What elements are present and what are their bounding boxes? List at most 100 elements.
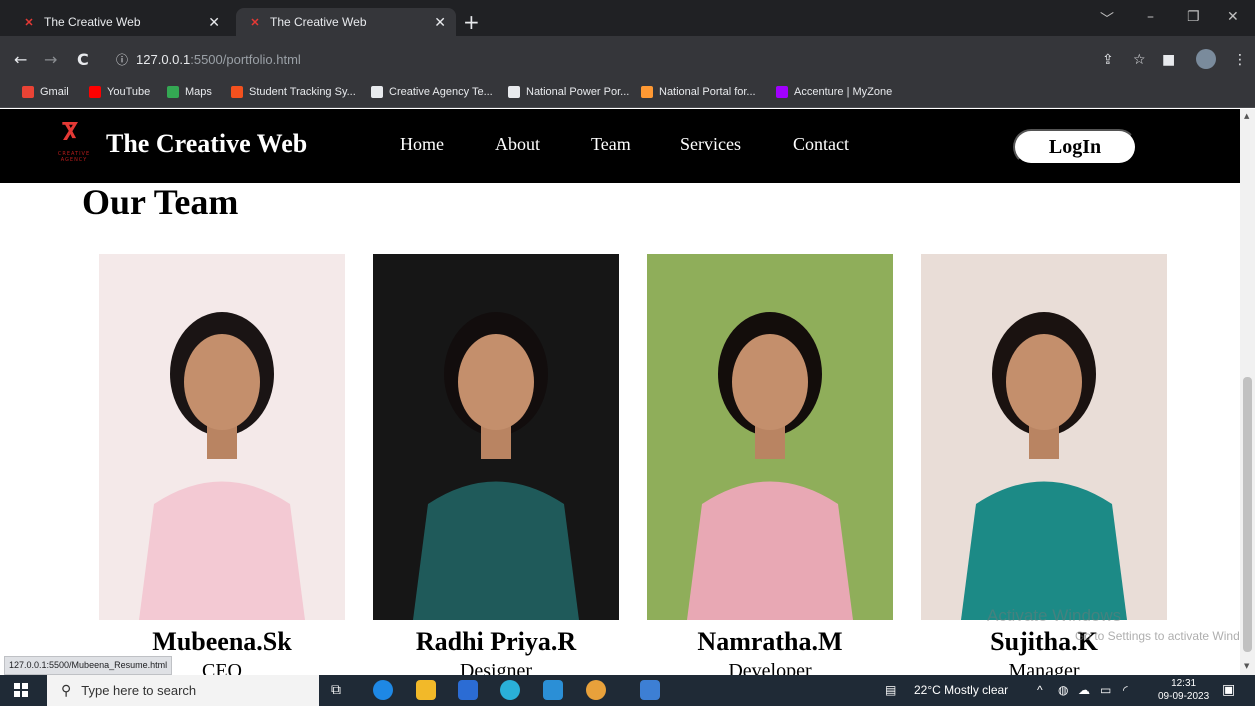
portrait-face [1006, 334, 1082, 430]
back-arrow-icon[interactable]: ← [14, 50, 27, 69]
network-icon[interactable]: ◍ [1058, 683, 1068, 697]
team-member-photo[interactable] [373, 254, 619, 620]
windows-start-icon[interactable] [14, 683, 28, 697]
chrome-icon[interactable] [586, 680, 606, 700]
browser-toolbar: ← → C ⓘ 127.0.0.1 :5500/portfolio.html ⇪… [0, 36, 1255, 82]
side-panel-icon[interactable]: ■ [1162, 52, 1175, 68]
logo-mark-icon: Ⴟ [62, 121, 78, 146]
nav-services[interactable]: Services [680, 134, 741, 155]
accenture-chevron-icon [776, 86, 788, 98]
file-explorer-icon[interactable] [416, 680, 436, 700]
bookmark-national-portal[interactable]: National Portal for... [641, 86, 756, 98]
store-icon[interactable] [458, 680, 478, 700]
bookmark-accenture[interactable]: Accenture | MyZone [776, 86, 892, 98]
member-role: Developer [728, 660, 812, 675]
bookmark-label: Maps [185, 86, 212, 98]
portrait-face [732, 334, 808, 430]
bookmark-creative-agency[interactable]: Creative Agency Te... [371, 86, 493, 98]
team-card[interactable]: Namratha.M Developer [647, 254, 893, 675]
nav-team[interactable]: Team [591, 134, 631, 155]
clock-date: 09-09-2023 [1158, 691, 1210, 702]
bookmark-national-power[interactable]: National Power Por... [508, 86, 629, 98]
bookmark-label: Accenture | MyZone [794, 86, 893, 98]
show-hidden-icons-icon[interactable]: ^ [1037, 683, 1043, 697]
portrait-outfit [961, 481, 1127, 620]
bookmark-label: National Power Por... [526, 86, 630, 98]
nav-about[interactable]: About [495, 134, 540, 155]
team-card[interactable]: Radhi Priya.R Designer [373, 254, 619, 675]
forward-arrow-icon[interactable]: → [44, 50, 57, 69]
notifications-icon[interactable]: ▣ [1222, 681, 1235, 698]
taskbar-search-box[interactable]: ⚲ Type here to search [47, 675, 319, 706]
browser-tab-active[interactable]: ✕ The Creative Web ✕ [236, 8, 456, 36]
browser-tab-strip: ✕ The Creative Web ✕ ✕ The Creative Web … [0, 0, 1255, 36]
bookmark-label: YouTube [107, 86, 151, 98]
portrait-illustration [921, 254, 1167, 620]
weather-icon[interactable]: ▤ [885, 683, 896, 697]
battery-icon[interactable]: ▭ [1100, 683, 1111, 697]
member-name: Radhi Priya.R [415, 627, 577, 656]
team-card[interactable]: Mubeena.Sk CEO [99, 254, 345, 675]
activate-windows-watermark: Activate Windows [987, 606, 1122, 625]
menu-kebab-icon[interactable]: ⋮ [1233, 52, 1247, 68]
bookmarks-bar: Gmail YouTube Maps Student Tracking Sy..… [0, 82, 1255, 108]
browser-tab[interactable]: ✕ The Creative Web ✕ [8, 8, 230, 36]
link-status-bubble: 127.0.0.1:5500/Mubeena_Resume.html [4, 656, 173, 675]
url-host: 127.0.0.1 [136, 51, 191, 67]
team-member-photo[interactable] [921, 254, 1167, 620]
vscode-icon[interactable] [543, 680, 563, 700]
share-icon[interactable]: ⇪ [1102, 52, 1114, 68]
bookmark-star-icon[interactable]: ☆ [1133, 52, 1146, 68]
new-tab-button[interactable]: + [463, 12, 480, 32]
page-viewport: Ⴟ CREATIVE AGENCY The Creative Web Home … [0, 109, 1240, 675]
team-card[interactable]: Sujitha.K Manager [921, 254, 1167, 675]
globe-icon [508, 86, 520, 98]
tab-favicon-icon: ✕ [24, 16, 34, 29]
minimize-button[interactable]: – [1147, 9, 1154, 25]
login-button[interactable]: LogIn [1013, 129, 1137, 165]
youtube-icon [89, 86, 101, 98]
taskbar-clock[interactable]: 12:31 09-09-2023 [1158, 677, 1209, 703]
bookmark-gmail[interactable]: Gmail [22, 86, 69, 98]
app-icon[interactable] [500, 680, 520, 700]
portrait-illustration [647, 254, 893, 620]
close-tab-icon[interactable]: ✕ [434, 14, 446, 31]
wifi-icon[interactable]: ◜ [1123, 683, 1128, 697]
portrait-illustration [99, 254, 345, 620]
url-path: :5500/portfolio.html [190, 51, 301, 67]
member-role: Designer [459, 660, 533, 675]
portrait-outfit [413, 481, 579, 620]
profile-avatar[interactable] [1196, 49, 1216, 69]
chart-icon [231, 86, 243, 98]
bookmark-maps[interactable]: Maps [167, 86, 212, 98]
close-window-button[interactable]: ✕ [1227, 9, 1239, 25]
nav-contact[interactable]: Contact [793, 134, 849, 155]
weather-text[interactable]: 22°C Mostly clear [914, 683, 1008, 697]
page-scrollbar[interactable]: ▲ ▼ [1240, 109, 1255, 675]
site-logo[interactable]: Ⴟ CREATIVE AGENCY [54, 121, 94, 165]
address-bar[interactable]: ⓘ 127.0.0.1 :5500/portfolio.html [104, 43, 1104, 75]
tab-search-icon[interactable]: ﹀ [1100, 9, 1114, 29]
bookmark-label: Gmail [40, 86, 69, 98]
portrait-illustration [373, 254, 619, 620]
bookmark-student-tracking[interactable]: Student Tracking Sy... [231, 86, 356, 98]
site-info-icon[interactable]: ⓘ [116, 51, 128, 68]
windows-taskbar: ⚲ Type here to search ⧉ ▤ 22°C Mostly cl… [0, 675, 1255, 706]
restore-button[interactable]: ❐ [1187, 9, 1200, 25]
team-member-photo[interactable] [99, 254, 345, 620]
onedrive-icon[interactable]: ☁ [1078, 683, 1090, 697]
nav-home[interactable]: Home [400, 134, 444, 155]
team-member-photo[interactable] [647, 254, 893, 620]
site-navbar: Ⴟ CREATIVE AGENCY The Creative Web Home … [0, 109, 1240, 183]
word-icon[interactable] [640, 680, 660, 700]
activate-windows-subtext: Go to Settings to activate Windows. [1075, 629, 1240, 643]
scroll-up-icon[interactable]: ▲ [1244, 112, 1249, 120]
scrollbar-thumb[interactable] [1243, 377, 1252, 652]
close-tab-icon[interactable]: ✕ [208, 14, 220, 31]
reload-icon[interactable]: C [77, 50, 89, 69]
task-view-icon[interactable]: ⧉ [331, 681, 341, 698]
edge-browser-icon[interactable] [373, 680, 393, 700]
scroll-down-icon[interactable]: ▼ [1244, 662, 1249, 670]
bookmark-youtube[interactable]: YouTube [89, 86, 150, 98]
clock-time: 12:31 [1171, 678, 1197, 689]
